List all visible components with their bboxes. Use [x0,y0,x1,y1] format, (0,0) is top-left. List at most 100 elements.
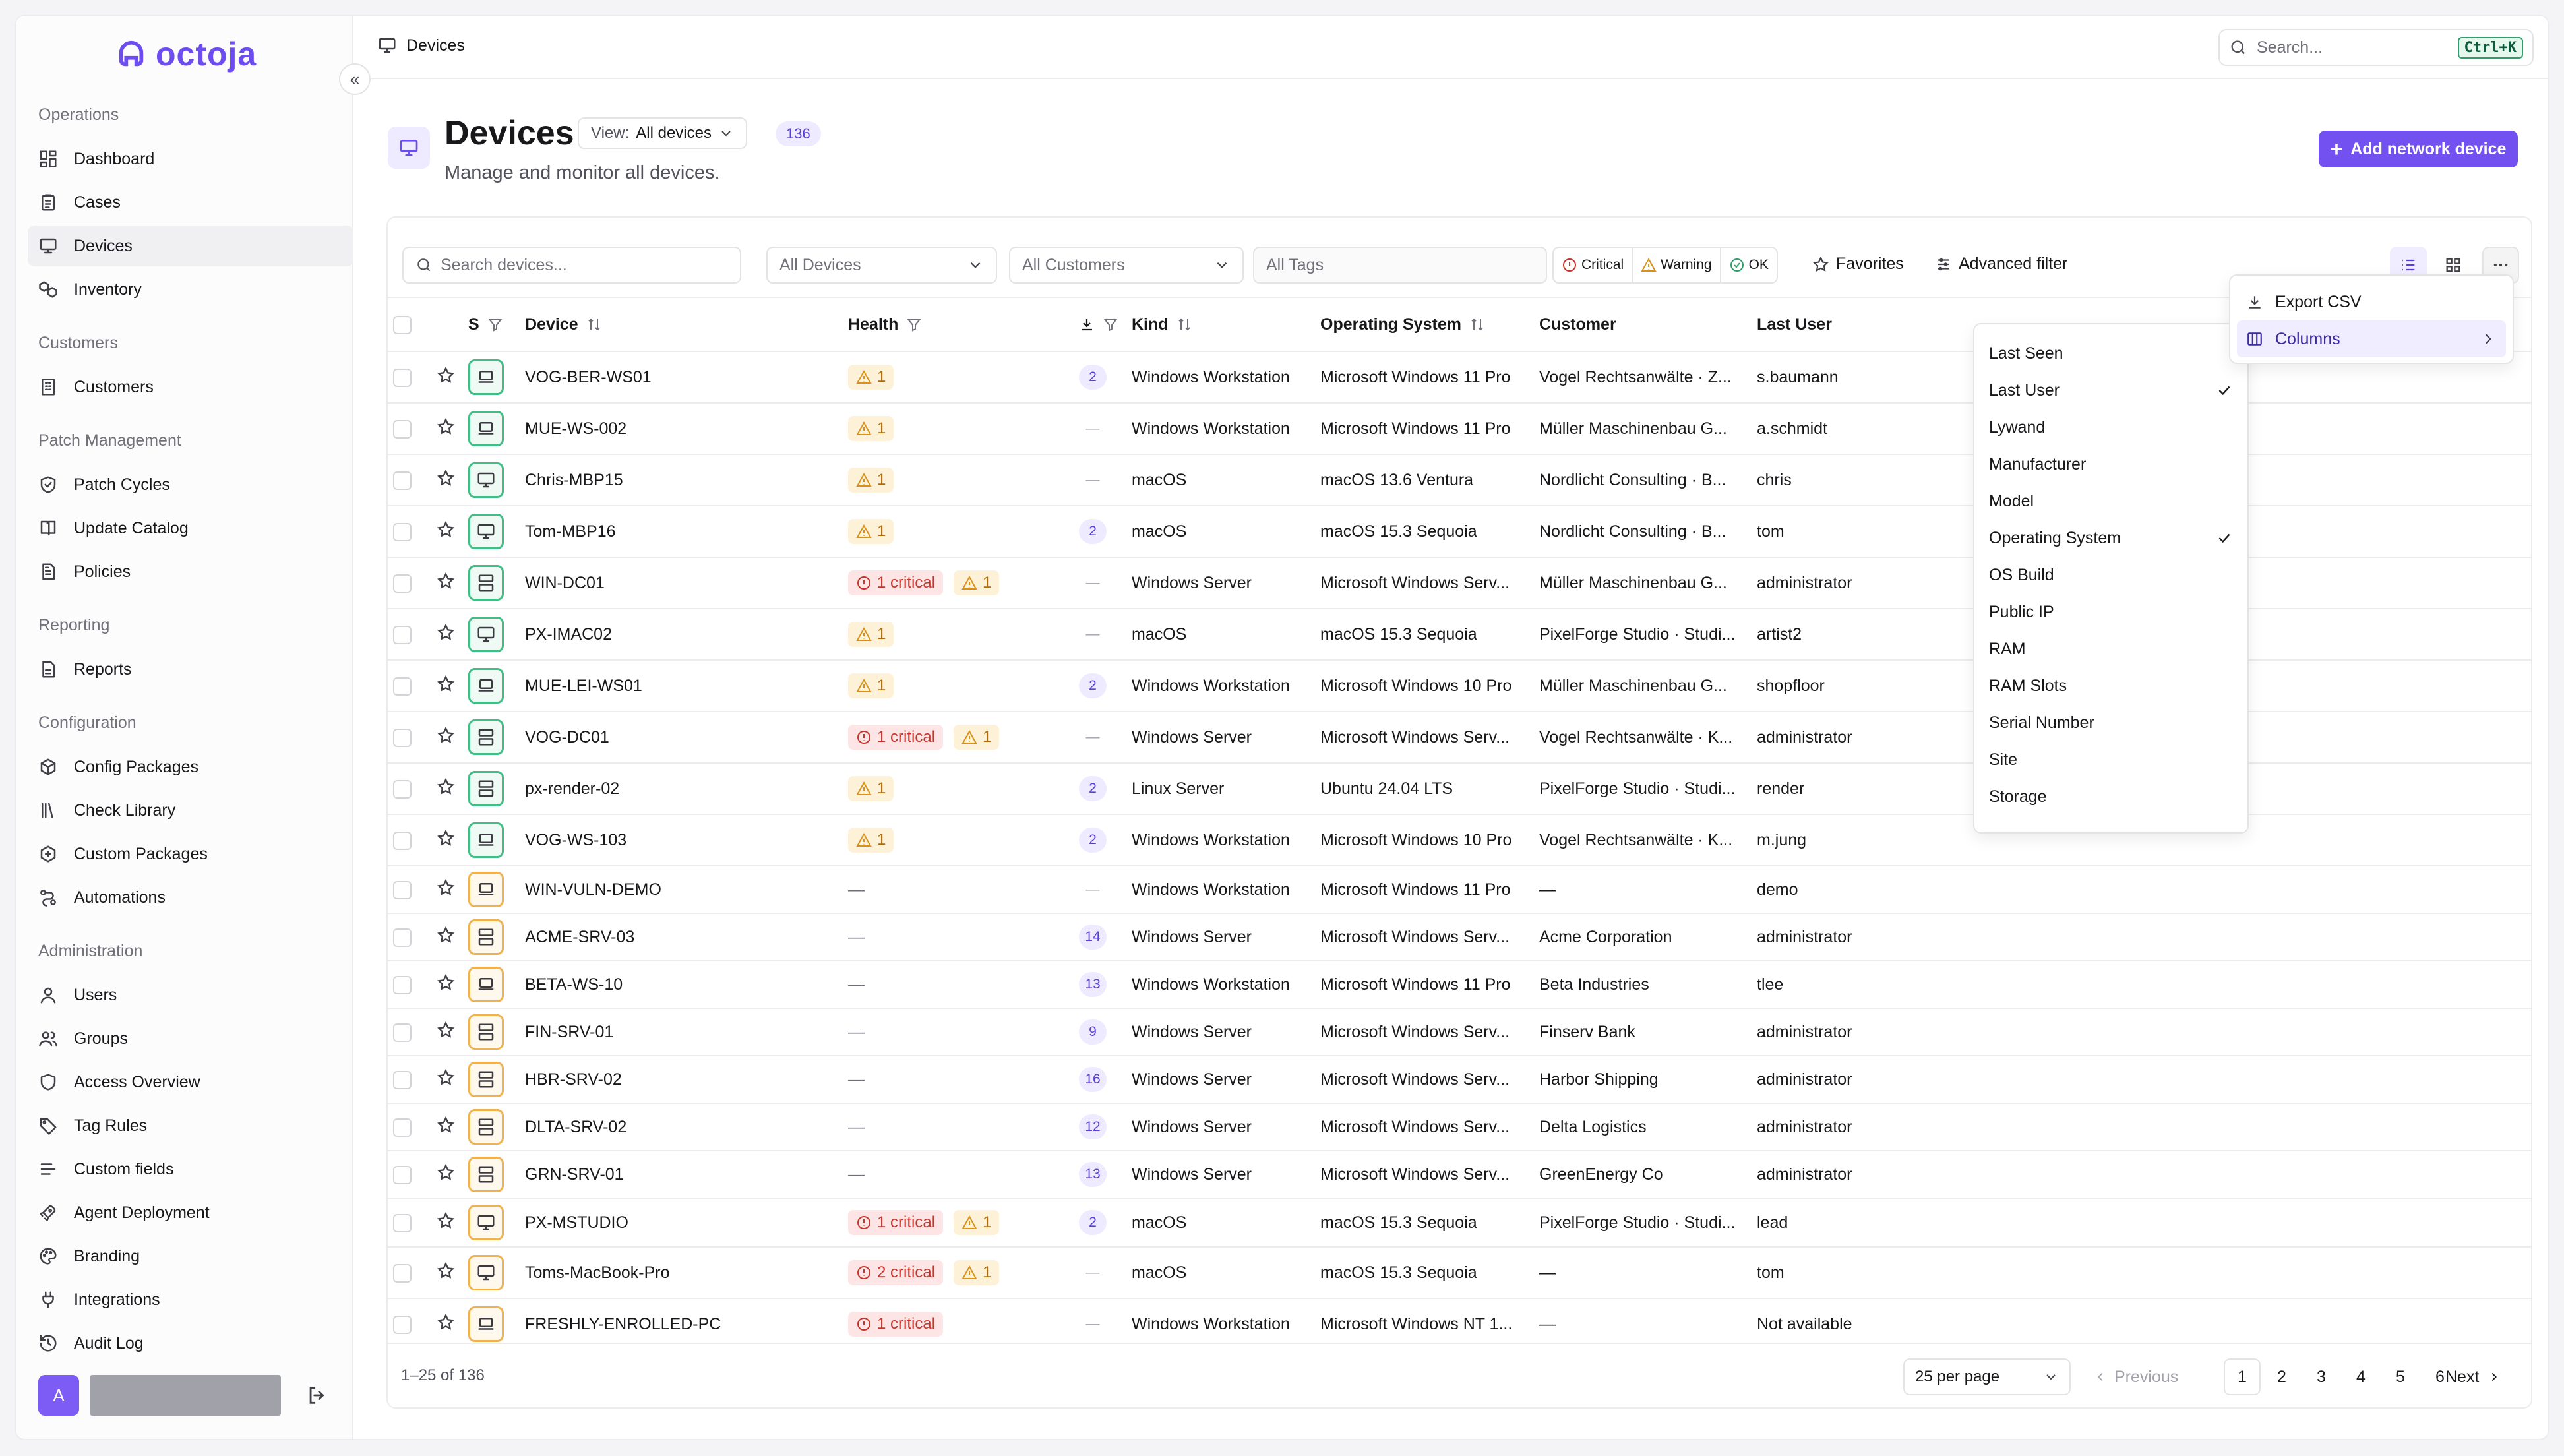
star-icon[interactable] [437,520,455,539]
critical-badge[interactable]: 2 critical [848,1260,944,1285]
row-checkbox[interactable] [393,928,412,947]
warning-badge[interactable]: 1 [954,1260,1000,1285]
export-csv-item[interactable]: Export CSV [2237,284,2506,320]
sidebar-item-agent-deployment[interactable]: Agent Deployment [28,1192,353,1233]
star-icon[interactable] [437,726,455,744]
warning-badge[interactable]: 1 [848,416,894,441]
sort-icon[interactable] [1176,317,1192,332]
warning-badge[interactable]: 1 [954,1210,1000,1235]
customer-select[interactable]: All Customers [1009,247,1244,284]
warning-filter[interactable]: Warning [1633,248,1721,282]
sidebar-item-automations[interactable]: Automations [28,877,353,918]
device-name-cell[interactable]: WIN-VULN-DEMO [520,866,843,914]
page-1-button[interactable]: 1 [2224,1358,2261,1395]
row-checkbox[interactable] [393,880,412,899]
sidebar-item-access-overview[interactable]: Access Overview [28,1062,353,1103]
sidebar-item-config-packages[interactable]: Config Packages [28,746,353,787]
star-icon[interactable] [437,1068,455,1087]
table-row[interactable]: BETA-WS-10 — 13 Windows Workstation Microsof… [388,961,2531,1009]
warning-badge[interactable]: 1 [848,468,894,493]
column-toggle-lywand[interactable]: Lywand [1974,409,2247,446]
star-icon[interactable] [437,1261,455,1280]
global-search[interactable]: Search... Ctrl+K [2218,29,2534,66]
column-toggle-site[interactable]: Site [1974,741,2247,778]
device-name-cell[interactable]: ACME-SRV-03 [520,913,843,961]
row-checkbox[interactable] [393,1118,412,1137]
column-toggle-ram-slots[interactable]: RAM Slots [1974,667,2247,704]
page-4-button[interactable]: 4 [2342,1358,2379,1395]
device-name-cell[interactable]: Tom-MBP16 [520,506,843,558]
critical-badge[interactable]: 1 critical [848,1210,944,1235]
add-network-device-button[interactable]: + Add network device [2319,131,2518,167]
star-icon[interactable] [437,1163,455,1182]
critical-badge[interactable]: 1 critical [848,1312,944,1337]
star-icon[interactable] [437,1211,455,1230]
sidebar-item-policies[interactable]: Policies [28,551,353,592]
next-page-button[interactable]: Next [2445,1358,2501,1395]
column-toggle-last-seen[interactable]: Last Seen [1974,335,2247,372]
sidebar-item-integrations[interactable]: Integrations [28,1279,353,1320]
device-search-input[interactable]: Search devices... [402,247,741,284]
avatar[interactable]: A [38,1375,79,1416]
warning-badge[interactable]: 1 [848,622,894,647]
star-icon[interactable] [437,675,455,693]
critical-filter[interactable]: Critical [1554,248,1633,282]
sidebar-item-custom-fields[interactable]: Custom fields [28,1149,353,1190]
device-name-cell[interactable]: DLTA-SRV-02 [520,1103,843,1151]
sidebar-item-tag-rules[interactable]: Tag Rules [28,1105,353,1146]
device-name-cell[interactable]: PX-MSTUDIO [520,1198,843,1248]
advanced-filter-button[interactable]: Advanced filter [1935,255,2067,274]
row-checkbox[interactable] [393,574,412,593]
device-name-cell[interactable]: MUE-WS-002 [520,403,843,455]
device-name-cell[interactable]: FIN-SRV-01 [520,1008,843,1056]
status-header[interactable]: S [463,297,520,352]
sidebar-item-check-library[interactable]: Check Library [28,790,353,831]
tags-input[interactable]: All Tags [1253,247,1547,284]
table-row[interactable]: HBR-SRV-02 — 16 Windows Server Microsoft Win… [388,1056,2531,1104]
previous-page-button[interactable]: Previous [2093,1358,2178,1395]
device-name-cell[interactable]: BETA-WS-10 [520,961,843,1009]
sort-icon[interactable] [586,317,602,332]
view-select[interactable]: View: All devices [578,117,747,149]
breadcrumb-current[interactable]: Devices [406,36,465,55]
column-toggle-operating-system[interactable]: Operating System [1974,520,2247,557]
warning-badge[interactable]: 1 [848,519,894,544]
star-icon[interactable] [437,777,455,796]
sidebar-item-devices[interactable]: Devices [28,226,353,266]
table-row[interactable]: Toms-MacBook-Pro 2 critical 1 — macOS macOS 1… [388,1247,2531,1299]
star-icon[interactable] [437,469,455,487]
customer-header[interactable]: Customer [1534,297,1752,352]
page-3-button[interactable]: 3 [2303,1358,2340,1395]
star-icon[interactable] [437,417,455,436]
row-checkbox[interactable] [393,419,412,439]
warning-badge[interactable]: 1 [848,365,894,390]
star-icon[interactable] [437,1116,455,1134]
row-checkbox[interactable] [393,1213,412,1232]
row-checkbox[interactable] [393,1315,412,1334]
filter-icon[interactable] [1103,317,1118,332]
table-row[interactable]: GRN-SRV-01 — 13 Windows Server Microsoft Win… [388,1151,2531,1199]
row-checkbox[interactable] [393,1165,412,1184]
filter-icon[interactable] [487,317,503,332]
row-checkbox[interactable] [393,831,412,850]
select-all-checkbox[interactable] [393,315,412,334]
star-icon[interactable] [437,1313,455,1331]
sort-icon[interactable] [1469,317,1485,332]
row-checkbox[interactable] [393,1263,412,1283]
filter-icon[interactable] [906,317,922,332]
device-name-cell[interactable]: PX-IMAC02 [520,609,843,661]
table-row[interactable]: FIN-SRV-01 — 9 Windows Server Microsoft Wind… [388,1008,2531,1056]
row-checkbox[interactable] [393,677,412,696]
sidebar-item-custom-packages[interactable]: Custom Packages [28,834,353,874]
device-name-cell[interactable]: VOG-WS-103 [520,814,843,866]
critical-badge[interactable]: 1 critical [848,570,944,595]
row-checkbox[interactable] [393,1023,412,1042]
sidebar-item-inventory[interactable]: Inventory [28,269,353,310]
ok-filter[interactable]: OK [1721,248,1777,282]
per-page-select[interactable]: 25 per page [1903,1358,2071,1395]
sidebar-item-reports[interactable]: Reports [28,649,353,690]
row-checkbox[interactable] [393,975,412,994]
column-toggle-manufacturer[interactable]: Manufacturer [1974,446,2247,483]
row-checkbox[interactable] [393,522,412,541]
column-toggle-public-ip[interactable]: Public IP [1974,593,2247,630]
